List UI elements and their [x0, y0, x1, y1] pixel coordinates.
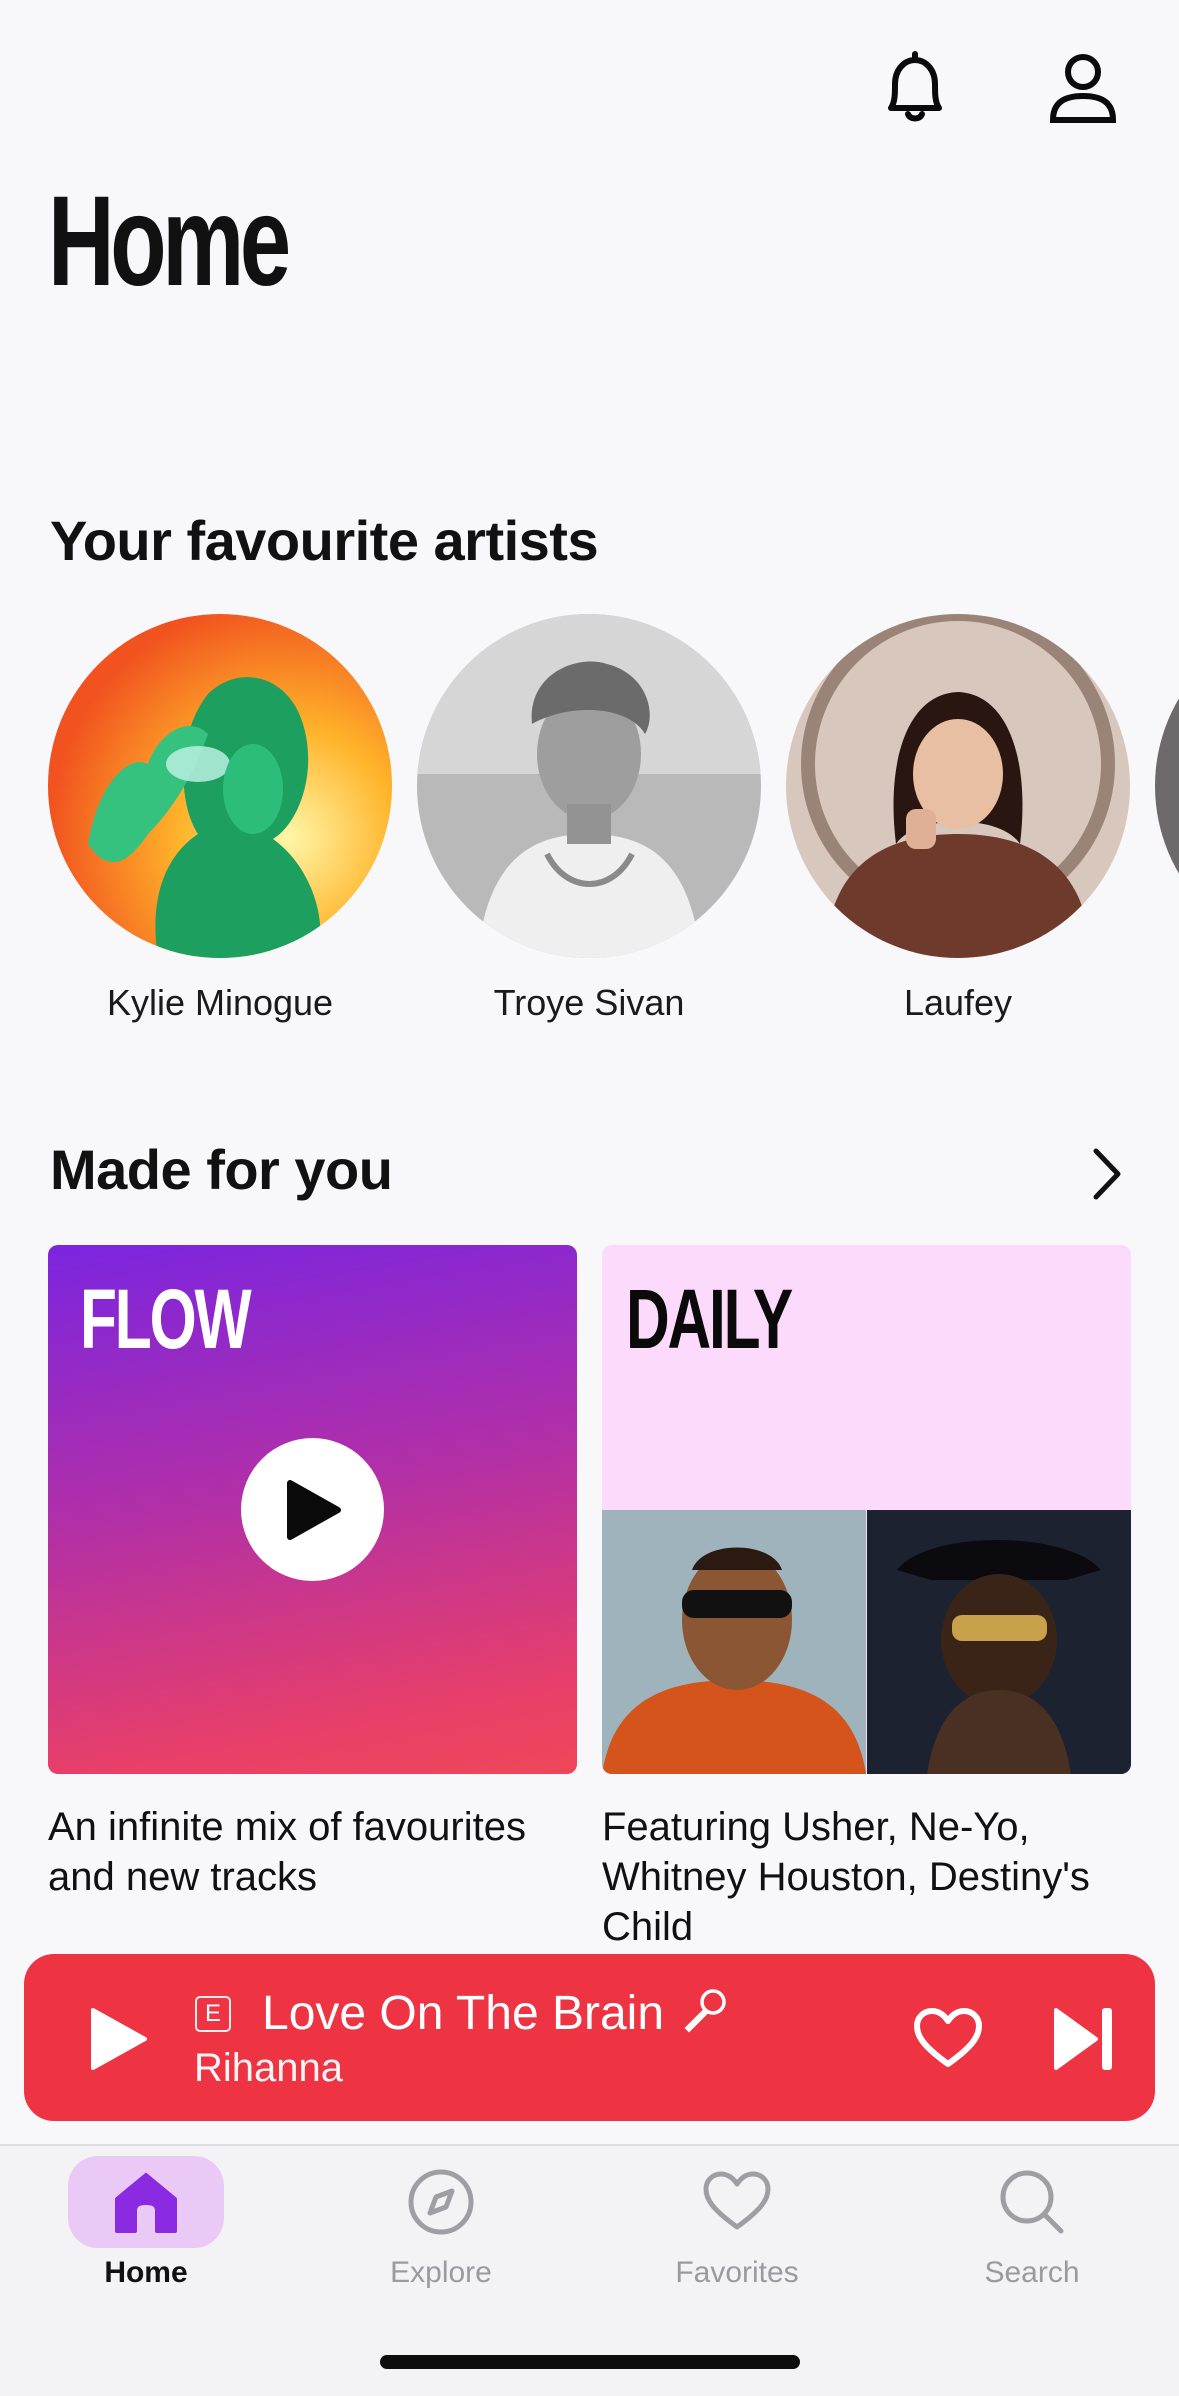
bell-icon[interactable]: [875, 48, 955, 128]
daily-cover-photos: [602, 1510, 1131, 1774]
card-description: Featuring Usher, Ne-Yo, Whitney Houston,…: [602, 1805, 1090, 1949]
artists-carousel[interactable]: Kylie Minogue Troye Sivan Laufey: [48, 614, 1179, 1034]
artist-avatar: [786, 614, 1130, 958]
microphone-icon: [679, 1986, 729, 2036]
search-icon: [1000, 2170, 1064, 2234]
artist-avatar: [1155, 614, 1179, 958]
artist-card[interactable]: Laufey: [786, 614, 1130, 1024]
heart-icon[interactable]: [908, 1999, 988, 2079]
section-title-favourite-artists: Your favourite artists: [50, 509, 599, 572]
play-button[interactable]: [241, 1438, 384, 1581]
track-title: Love On The Brain: [262, 1987, 665, 2040]
card-description: An infinite mix of favourites and new tr…: [48, 1805, 526, 1899]
chevron-right-icon[interactable]: [1082, 1144, 1132, 1204]
tab-active-pill: [68, 2156, 224, 2248]
home-indicator: [380, 2355, 800, 2369]
artist-avatar: [48, 614, 392, 958]
play-icon[interactable]: [78, 1999, 158, 2079]
artist-card[interactable]: Kylie Minogue: [48, 614, 392, 1024]
track-artist: Rihanna: [194, 2046, 344, 2090]
cover-photo: [602, 1510, 867, 1774]
mini-player[interactable]: E Love On The Brain Rihanna: [24, 1954, 1155, 2121]
tab-label: Explore: [390, 2256, 492, 2289]
tab-label: Home: [104, 2256, 188, 2289]
skip-next-icon[interactable]: [1044, 1999, 1124, 2079]
artist-name: Troye Sivan: [493, 982, 685, 1023]
card-label: FLOW: [80, 1272, 252, 1366]
play-icon: [286, 1479, 341, 1540]
tab-label: Search: [984, 2256, 1080, 2289]
tab-search[interactable]: Search: [932, 2156, 1132, 2290]
artist-card[interactable]: [1155, 614, 1179, 958]
card-label: DAILY: [626, 1272, 793, 1366]
artist-avatar: [417, 614, 761, 958]
artist-name: Kylie Minogue: [106, 982, 334, 1023]
artist-card[interactable]: Troye Sivan: [417, 614, 761, 1024]
person-icon[interactable]: [1043, 48, 1123, 128]
daily-card[interactable]: DAILY: [602, 1245, 1131, 1774]
tab-home[interactable]: Home: [46, 2156, 246, 2290]
section-title-made-for-you: Made for you: [50, 1138, 393, 1201]
tab-label: Favorites: [675, 2256, 799, 2289]
home-icon: [115, 2173, 177, 2233]
explicit-badge: E: [195, 1996, 231, 2032]
top-bar: [0, 0, 1179, 180]
heart-icon: [703, 2171, 771, 2230]
compass-icon: [408, 2169, 474, 2235]
tab-explore[interactable]: Explore: [341, 2156, 541, 2290]
page-title: Home: [48, 170, 291, 313]
tab-favorites[interactable]: Favorites: [637, 2156, 837, 2290]
cover-photo: [866, 1510, 1132, 1774]
artist-name: Laufey: [903, 982, 1013, 1023]
flow-card[interactable]: FLOW: [48, 1245, 577, 1774]
